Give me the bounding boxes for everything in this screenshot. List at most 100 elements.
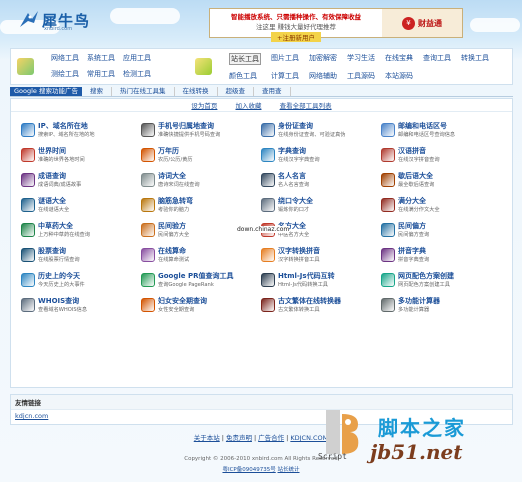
- tool-title[interactable]: 名人名言: [278, 172, 309, 181]
- tool-item[interactable]: 古文繁体在线转换器 古文繁体转换工具: [261, 295, 381, 320]
- tool-icon: [141, 223, 155, 237]
- nav-link[interactable]: 计算工具: [271, 71, 299, 81]
- tool-item[interactable]: 拼音字典 拼音字典查询: [381, 245, 501, 270]
- nav-link[interactable]: 转换工具: [461, 53, 489, 65]
- tab-item[interactable]: 查用查: [254, 87, 291, 96]
- tool-item[interactable]: 在线算命 在线算命测试: [141, 245, 261, 270]
- tool-item[interactable]: 妇女安全期查询 女性安全期查询: [141, 295, 261, 320]
- tool-item[interactable]: 万年历 农历/公历/黄历: [141, 145, 261, 170]
- tab-item[interactable]: 在线转换: [175, 87, 218, 96]
- nav-link[interactable]: 系统工具: [87, 53, 115, 63]
- tool-title[interactable]: 历史上的今天: [38, 272, 85, 281]
- tool-title[interactable]: 妇女安全期查询: [158, 297, 207, 306]
- tool-list-panel: 设为首页 加入收藏 查看全部工具列表 IP、域名所在地 搜索IP、域名所在地的地手…: [10, 98, 513, 388]
- tool-title[interactable]: 手机号归属地查询: [158, 122, 220, 131]
- tool-item[interactable]: 满分大全 在线满分作文大全: [381, 195, 501, 220]
- tool-title[interactable]: 绕口令大全: [278, 197, 313, 206]
- tool-title[interactable]: 古文繁体在线转换器: [278, 297, 341, 306]
- tool-title[interactable]: IP、域名所在地: [38, 122, 95, 131]
- tool-title[interactable]: WHOIS查询: [38, 297, 87, 306]
- tool-item[interactable]: 汉字转换拼音 汉字转换拼音工具: [261, 245, 381, 270]
- ad-banner[interactable]: 智能播放系统、只需播种操作、有效保障收益 注这里 赚钱大量好代理推荐 +注册新用…: [209, 8, 463, 42]
- tool-title[interactable]: 民间偏方: [398, 222, 429, 231]
- tool-item[interactable]: 名人名言 名人名言查询: [261, 170, 381, 195]
- tool-title[interactable]: 歇后语大全: [398, 172, 434, 181]
- tab-item[interactable]: 搜索: [82, 87, 112, 96]
- footer-link[interactable]: 免责声明: [226, 434, 252, 442]
- tool-item[interactable]: 民间偏方 民间偏方查询: [381, 220, 501, 245]
- nav-link[interactable]: 网络辅助: [309, 71, 337, 81]
- tool-item[interactable]: 邮编和电话区号 邮编和电话区号查询信息: [381, 120, 501, 145]
- footer-link[interactable]: 关于本站: [194, 434, 220, 442]
- tool-title[interactable]: 满分大全: [398, 197, 440, 206]
- tool-item[interactable]: 手机号归属地查询 准确快捷提供手机号码查询: [141, 120, 261, 145]
- tool-item[interactable]: 绕口令大全 锻炼你的口才: [261, 195, 381, 220]
- tab-item[interactable]: 热门在线工具集: [112, 87, 175, 96]
- tool-title[interactable]: 万年历: [158, 147, 193, 156]
- tool-title[interactable]: 中草药大全: [38, 222, 90, 231]
- add-favorite-link[interactable]: 加入收藏: [236, 102, 262, 110]
- tool-item[interactable]: 脑筋急转弯 考验你的脑力: [141, 195, 261, 220]
- tool-item[interactable]: 身份证查询 在线身份证查询、可验证真伪: [261, 120, 381, 145]
- tool-title[interactable]: 多功能计算器: [398, 297, 440, 306]
- tool-title[interactable]: 在线算命: [158, 247, 189, 256]
- nav-link[interactable]: 常用工具: [87, 69, 115, 79]
- tool-item[interactable]: IP、域名所在地 搜索IP、域名所在地的地: [21, 120, 141, 145]
- tool-item[interactable]: 成语查询 成语词典/成语故事: [21, 170, 141, 195]
- tool-title[interactable]: 邮编和电话区号: [398, 122, 455, 131]
- all-tools-link[interactable]: 查看全部工具列表: [280, 102, 332, 110]
- tool-item[interactable]: WHOIS查询 查看域名WHOIS信息: [21, 295, 141, 320]
- nav-link[interactable]: 图片工具: [271, 53, 299, 65]
- nav-link[interactable]: 网络工具: [51, 53, 79, 63]
- nav-link[interactable]: 工具源码: [347, 71, 375, 81]
- tool-item[interactable]: 网页配色方案创建 网页配色方案创建工具: [381, 270, 501, 295]
- tool-title[interactable]: Html-Js代码互转: [278, 272, 335, 281]
- nav-link[interactable]: 学习生活: [347, 53, 375, 65]
- nav-link[interactable]: 加密解密: [309, 53, 337, 65]
- tool-title[interactable]: 拼音字典: [398, 247, 429, 256]
- tool-title[interactable]: 谜语大全: [38, 197, 69, 206]
- nav-link[interactable]: 颜色工具: [229, 71, 261, 81]
- tool-title[interactable]: 民间验方: [158, 222, 189, 231]
- nav-link[interactable]: 测绘工具: [51, 69, 79, 79]
- tool-title[interactable]: 诗词大全: [158, 172, 200, 181]
- nav-link[interactable]: 站长工具: [229, 53, 261, 65]
- tool-title[interactable]: 脑筋急转弯: [158, 197, 193, 206]
- tool-item[interactable]: 历史上的今天 今天历史上的大事件: [21, 270, 141, 295]
- tool-item[interactable]: Google PR值查询工具 查询Google PageRank: [141, 270, 261, 295]
- banner-register-button[interactable]: +注册新用户: [271, 32, 321, 42]
- tool-title[interactable]: 世界时间: [38, 147, 85, 156]
- tab-item[interactable]: 超级查: [218, 87, 254, 96]
- tool-item[interactable]: Html-Js代码互转 Html-Js代码转换工具: [261, 270, 381, 295]
- tool-title[interactable]: 汉字转换拼音: [278, 247, 320, 256]
- nav-link[interactable]: 查询工具: [423, 53, 451, 65]
- tool-description: 最全歇后语查询: [398, 182, 435, 188]
- site-logo[interactable]: 犀牛鸟 xnbird.com: [18, 7, 90, 33]
- tab-item[interactable]: Google 搜索功能广告: [10, 87, 82, 96]
- tool-item[interactable]: 谜语大全 在线谜语大全: [21, 195, 141, 220]
- tool-item[interactable]: 世界时间 准确的世界各地时间: [21, 145, 141, 170]
- tool-title[interactable]: 汉语拼音: [398, 147, 440, 156]
- tool-item[interactable]: 诗词大全 唐诗宋词在线查询: [141, 170, 261, 195]
- tool-item[interactable]: 汉语拼音 在线汉字拼音查询: [381, 145, 501, 170]
- tool-title[interactable]: 身份证查询: [278, 122, 345, 131]
- bird-logo-icon: [18, 9, 40, 31]
- tool-title[interactable]: Google PR值查询工具: [158, 272, 233, 281]
- nav-link[interactable]: 检测工具: [123, 69, 151, 79]
- tool-title[interactable]: 成语查询: [38, 172, 81, 181]
- tool-item[interactable]: 股票查询 在线股票行情查询: [21, 245, 141, 270]
- footer-link[interactable]: 广告合作: [258, 434, 284, 442]
- tool-item[interactable]: 中草药大全 上万种中草药在线查询: [21, 220, 141, 245]
- nav-link[interactable]: 在线宝典: [385, 53, 413, 65]
- tool-item[interactable]: 歇后语大全 最全歇后语查询: [381, 170, 501, 195]
- nav-link[interactable]: 应用工具: [123, 53, 151, 63]
- set-homepage-link[interactable]: 设为首页: [191, 102, 217, 110]
- tool-item[interactable]: 多功能计算器 多功能计算器: [381, 295, 501, 320]
- tool-item[interactable]: 字典查询 在线汉字字典查询: [261, 145, 381, 170]
- tool-title[interactable]: 股票查询: [38, 247, 80, 256]
- nav-link[interactable]: 本站源码: [385, 71, 413, 81]
- tool-title[interactable]: 字典查询: [278, 147, 320, 156]
- stats-link[interactable]: 站长统计: [278, 467, 300, 473]
- icp-link[interactable]: 粤ICP备09049735号: [222, 467, 275, 473]
- tool-title[interactable]: 网页配色方案创建: [398, 272, 454, 281]
